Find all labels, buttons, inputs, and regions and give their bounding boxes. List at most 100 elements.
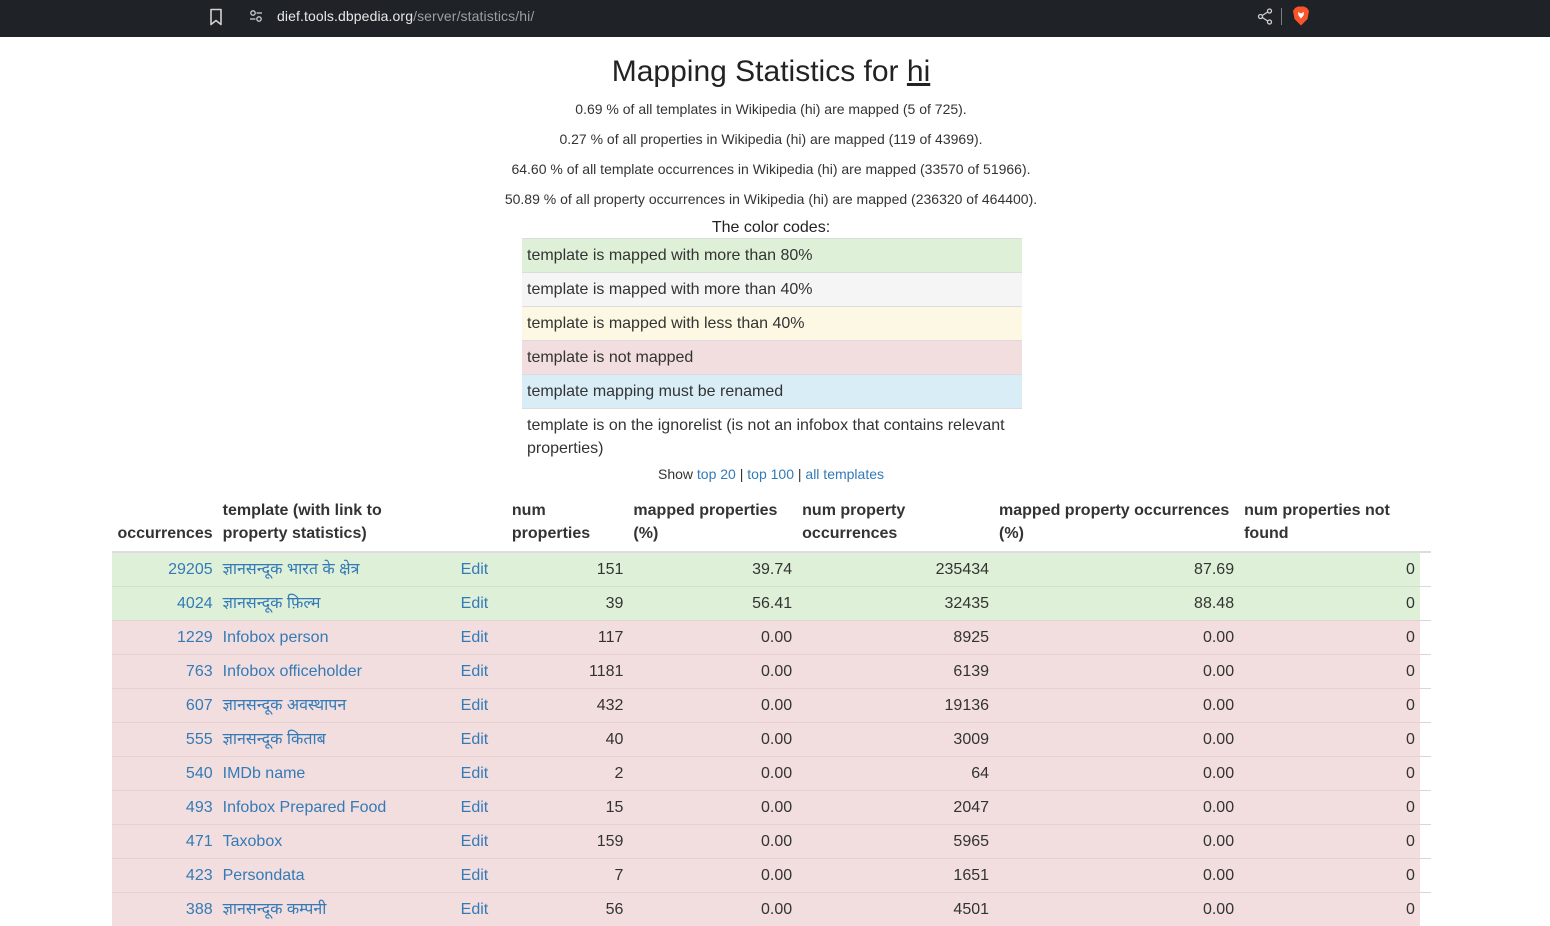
template-cell: Persondata bbox=[218, 859, 456, 893]
edit-link[interactable]: Edit bbox=[461, 833, 489, 850]
col-properties-not-found[interactable]: num properties not found bbox=[1239, 496, 1420, 552]
num-property-occurrences-cell: 19136 bbox=[797, 689, 994, 723]
mapped-properties-value: 0.00 bbox=[761, 765, 792, 782]
edit-link[interactable]: Edit bbox=[461, 867, 489, 884]
bookmark-icon[interactable] bbox=[208, 8, 224, 26]
template-link[interactable]: ज्ञानसन्दूक अवस्थापन bbox=[223, 697, 347, 714]
template-link[interactable]: ज्ञानसन्दूक फ़िल्म bbox=[223, 595, 321, 612]
num-properties-cell: 40 bbox=[507, 723, 629, 757]
mapped-property-occurrences-value: 0.00 bbox=[1203, 901, 1234, 918]
properties-not-found-cell: 0 bbox=[1239, 757, 1420, 791]
mapped-property-occurrences-cell: 88.48 bbox=[994, 587, 1239, 621]
template-link[interactable]: Taxobox bbox=[223, 833, 283, 850]
mapped-properties-value: 0.00 bbox=[761, 901, 792, 918]
num-property-occurrences-value: 5965 bbox=[953, 833, 989, 850]
properties-not-found-value: 0 bbox=[1406, 901, 1415, 918]
properties-not-found-value: 0 bbox=[1406, 629, 1415, 646]
num-property-occurrences-value: 6139 bbox=[953, 663, 989, 680]
mapped-properties-value: 0.00 bbox=[761, 867, 792, 884]
num-property-occurrences-cell: 3009 bbox=[797, 723, 994, 757]
num-property-occurrences-value: 1651 bbox=[953, 867, 989, 884]
table-body: 29205ज्ञानसन्दूक भारत के क्षेत्रEdit1513… bbox=[112, 552, 1431, 926]
mapped-property-occurrences-value: 0.00 bbox=[1203, 663, 1234, 680]
occurrences-link[interactable]: 471 bbox=[186, 833, 213, 850]
brave-shield-icon[interactable] bbox=[1292, 6, 1310, 26]
num-property-occurrences-value: 2047 bbox=[953, 799, 989, 816]
properties-not-found-cell: 0 bbox=[1239, 689, 1420, 723]
template-link[interactable]: ज्ञानसन्दूक किताब bbox=[223, 731, 326, 748]
col-mapped-properties[interactable]: mapped properties (%) bbox=[628, 496, 797, 552]
col-edit bbox=[456, 496, 507, 552]
edit-link[interactable]: Edit bbox=[461, 731, 489, 748]
num-properties-cell: 151 bbox=[507, 552, 629, 587]
legend-mapped-40: template is mapped with more than 40% bbox=[522, 272, 1022, 306]
show-all-templates-link[interactable]: all templates bbox=[805, 466, 884, 482]
occurrences-link[interactable]: 4024 bbox=[177, 595, 213, 612]
mapped-properties-cell: 39.74 bbox=[628, 552, 797, 587]
edit-link[interactable]: Edit bbox=[461, 765, 489, 782]
mapped-property-occurrences-cell: 0.00 bbox=[994, 689, 1239, 723]
col-mapped-property-occurrences[interactable]: mapped property occurrences (%) bbox=[994, 496, 1239, 552]
num-property-occurrences-value: 32435 bbox=[945, 595, 990, 612]
edit-link[interactable]: Edit bbox=[461, 595, 489, 612]
template-cell: ज्ञानसन्दूक कम्पनी bbox=[218, 893, 456, 926]
occurrences-link[interactable]: 555 bbox=[186, 731, 213, 748]
occurrences-cell: 493 bbox=[112, 791, 218, 825]
show-label: Show bbox=[658, 466, 693, 482]
mapped-properties-cell: 0.00 bbox=[628, 689, 797, 723]
occurrences-link[interactable]: 1229 bbox=[177, 629, 213, 646]
template-link[interactable]: ज्ञानसन्दूक भारत के क्षेत्र bbox=[223, 561, 360, 578]
col-spacer bbox=[1420, 496, 1431, 552]
template-link[interactable]: Persondata bbox=[223, 867, 305, 884]
show-top-20-link[interactable]: top 20 bbox=[697, 466, 736, 482]
show-top-100-link[interactable]: top 100 bbox=[747, 466, 794, 482]
edit-link[interactable]: Edit bbox=[461, 697, 489, 714]
mapped-property-occurrences-cell: 0.00 bbox=[994, 757, 1239, 791]
properties-not-found-value: 0 bbox=[1406, 799, 1415, 816]
template-link[interactable]: IMDb name bbox=[223, 765, 306, 782]
edit-link[interactable]: Edit bbox=[461, 663, 489, 680]
edit-cell: Edit bbox=[456, 587, 507, 621]
num-properties-value: 40 bbox=[606, 731, 624, 748]
edit-cell: Edit bbox=[456, 825, 507, 859]
language-link[interactable]: hi bbox=[907, 55, 930, 88]
occurrences-link[interactable]: 29205 bbox=[168, 561, 213, 578]
template-link[interactable]: Infobox officeholder bbox=[223, 663, 362, 680]
col-num-property-occurrences[interactable]: num property occurrences bbox=[797, 496, 994, 552]
spacer-cell bbox=[1420, 859, 1431, 893]
mapped-property-occurrences-value: 0.00 bbox=[1203, 629, 1234, 646]
mapped-properties-value: 0.00 bbox=[761, 697, 792, 714]
properties-not-found-value: 0 bbox=[1406, 867, 1415, 884]
site-settings-icon[interactable] bbox=[249, 9, 263, 23]
occurrences-link[interactable]: 423 bbox=[186, 867, 213, 884]
occurrences-link[interactable]: 763 bbox=[186, 663, 213, 680]
edit-link[interactable]: Edit bbox=[461, 901, 489, 918]
occurrences-link[interactable]: 493 bbox=[186, 799, 213, 816]
properties-not-found-value: 0 bbox=[1406, 697, 1415, 714]
occurrences-link[interactable]: 388 bbox=[186, 901, 213, 918]
share-icon[interactable] bbox=[1257, 8, 1273, 25]
table-header-row: occurrences template (with link to prope… bbox=[112, 496, 1431, 552]
num-properties-cell: 117 bbox=[507, 621, 629, 655]
template-cell: Infobox person bbox=[218, 621, 456, 655]
properties-not-found-value: 0 bbox=[1406, 833, 1415, 850]
col-occurrences[interactable]: occurrences bbox=[112, 496, 218, 552]
edit-link[interactable]: Edit bbox=[461, 629, 489, 646]
template-cell: Infobox officeholder bbox=[218, 655, 456, 689]
col-num-properties[interactable]: num properties bbox=[507, 496, 629, 552]
mapped-properties-cell: 0.00 bbox=[628, 655, 797, 689]
color-legend: template is mapped with more than 80% te… bbox=[522, 238, 1022, 466]
template-link[interactable]: ज्ञानसन्दूक कम्पनी bbox=[223, 901, 327, 918]
template-link[interactable]: Infobox Prepared Food bbox=[223, 799, 387, 816]
edit-link[interactable]: Edit bbox=[461, 799, 489, 816]
occurrences-link[interactable]: 607 bbox=[186, 697, 213, 714]
template-link[interactable]: Infobox person bbox=[223, 629, 329, 646]
mapped-properties-value: 56.41 bbox=[752, 595, 792, 612]
occurrences-link[interactable]: 540 bbox=[186, 765, 213, 782]
edit-link[interactable]: Edit bbox=[461, 561, 489, 578]
url-text[interactable]: dief.tools.dbpedia.org/server/statistics… bbox=[277, 8, 534, 24]
mapped-property-occurrences-value: 0.00 bbox=[1203, 799, 1234, 816]
num-property-occurrences-cell: 8925 bbox=[797, 621, 994, 655]
table-row: 493Infobox Prepared FoodEdit150.0020470.… bbox=[112, 791, 1431, 825]
col-template[interactable]: template (with link to property statisti… bbox=[218, 496, 456, 552]
